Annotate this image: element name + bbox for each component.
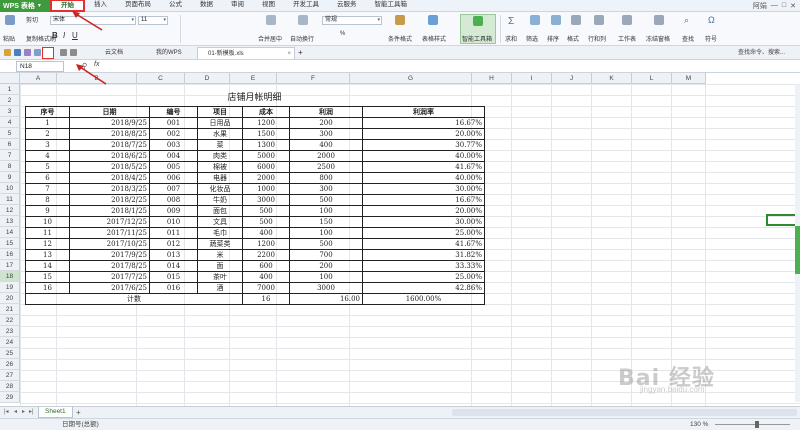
annotation-arrows — [72, 11, 107, 85]
arrow-to-start-tab — [75, 13, 103, 31]
arrowhead — [72, 11, 80, 18]
arrowhead — [76, 64, 84, 71]
arrow-to-new-button — [79, 66, 107, 85]
